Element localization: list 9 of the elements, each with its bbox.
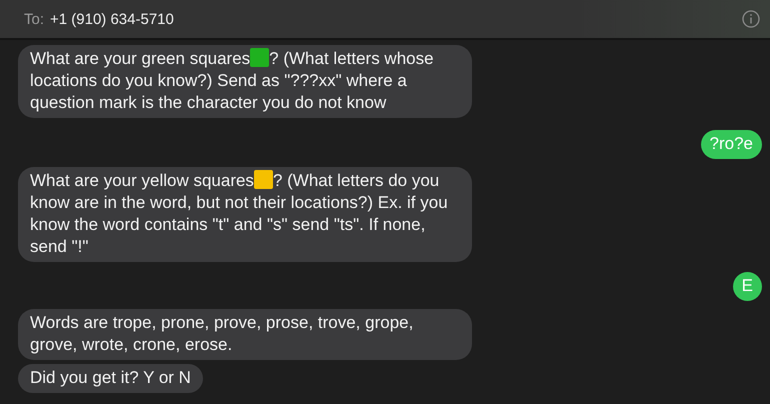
to-label: To: [24,10,44,28]
sent-message-bubble: ?ro?e [700,130,762,159]
sent-message-bubble: E [732,272,762,301]
recipient-field[interactable]: +1 (910) 634-5710 [50,10,174,28]
info-icon[interactable] [742,10,760,28]
received-message-bubble: What are your green squares ? (What letters whose locations do you know?) Send as "???xx" where a question mark is the character you do not know [18,45,472,118]
received-message-bubble: Words are trope, prone, prove, prose, trove, grope, grove, wrote, crone, erose. [18,309,472,360]
received-message-bubble: What are your yellow squares ? (What letters do you know are in the word, but not their locations?) Ex. if you know the word contains "t" and "s" send "ts". If none, send "!" [18,167,472,262]
received-message-bubble: Did you get it? Y or N [18,364,203,393]
